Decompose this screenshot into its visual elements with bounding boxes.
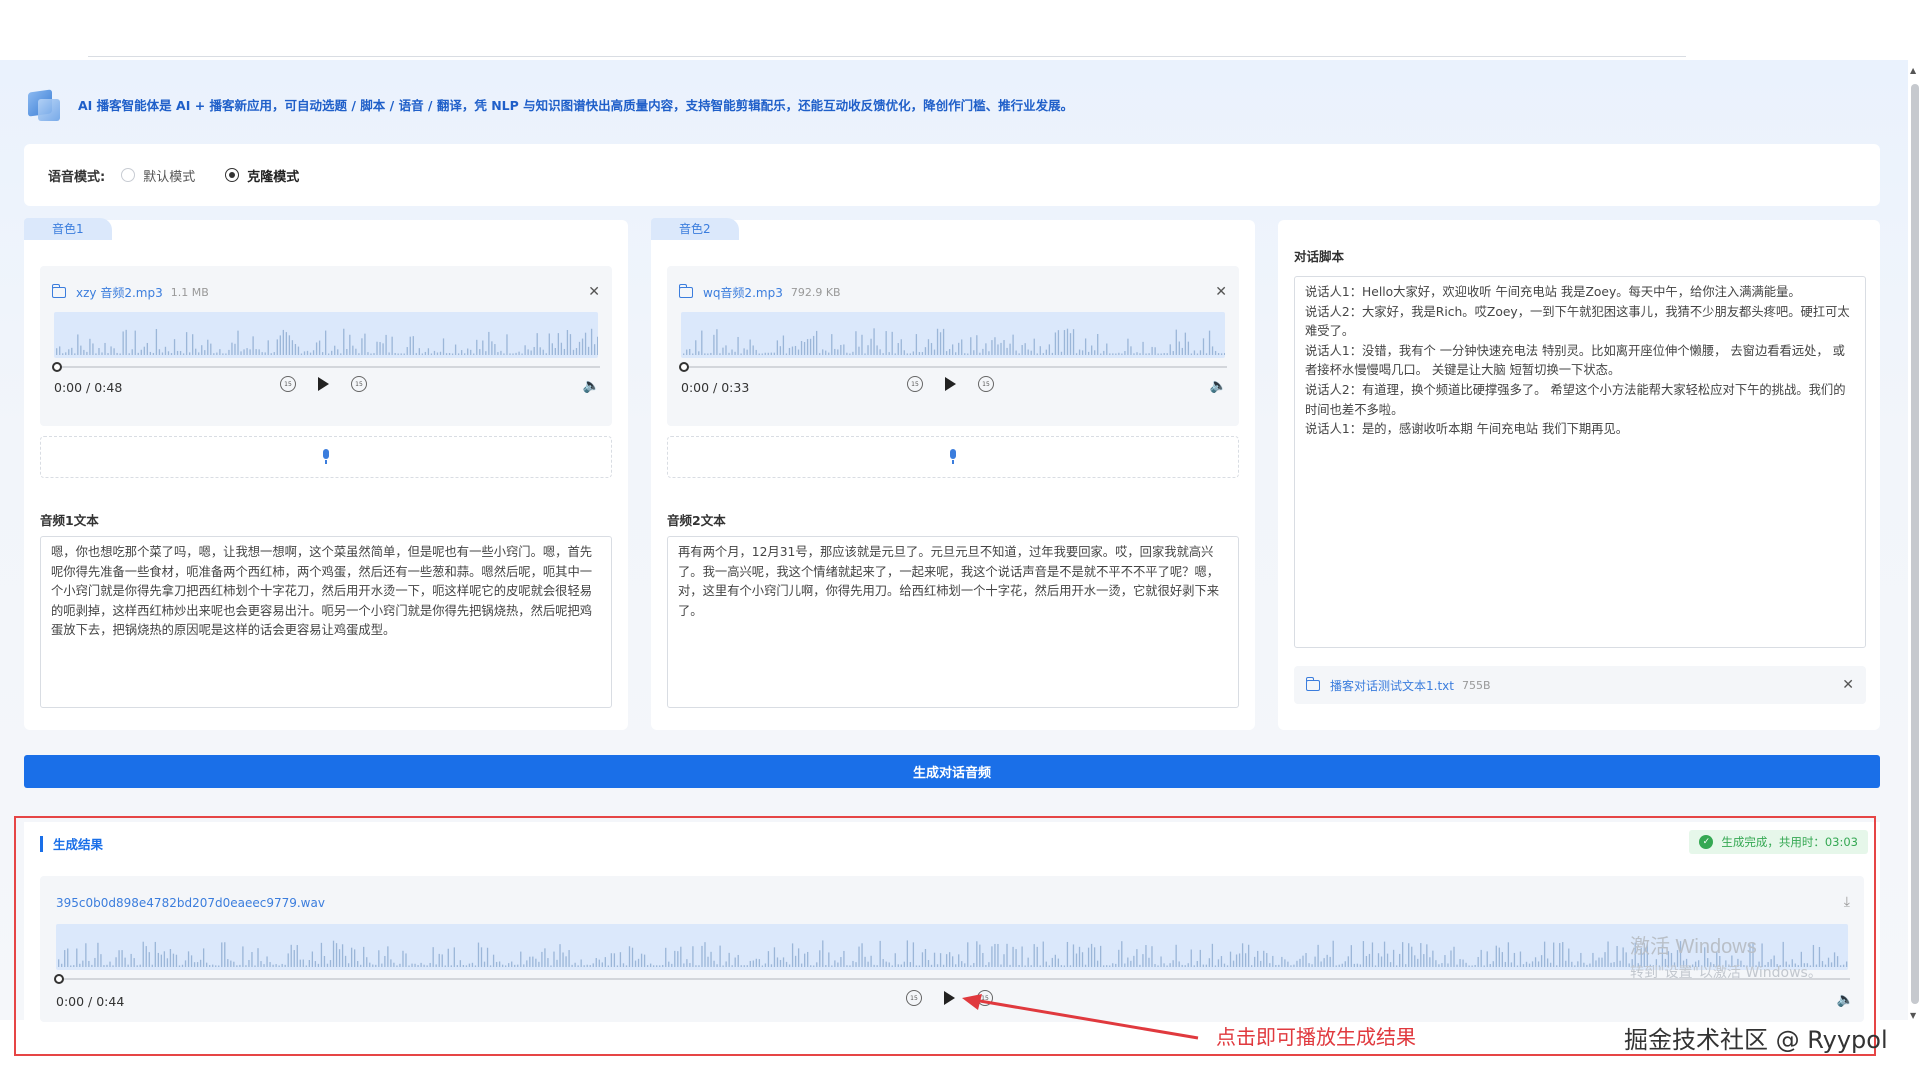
- script-line: 说话人1：是的，感谢收听本期 午间充电站 我们下期再见。: [1305, 422, 1629, 437]
- scroll-up-icon[interactable]: ▲: [1910, 66, 1916, 75]
- logo-cube-icon: [24, 85, 62, 123]
- voice1-text-label: 音频1文本: [40, 513, 99, 528]
- voice1-time: 0:00 / 0:48: [54, 380, 123, 395]
- voice2-panel: 音色2 wq音频2.mp3 792.9 KB ✕ 0:00 / 0:33 15 …: [651, 218, 1255, 730]
- voice1-file-name[interactable]: xzy 音频2.mp3: [76, 284, 163, 301]
- voice1-seek-bar[interactable]: [52, 362, 600, 372]
- script-line: 说话人2：大家好，我是Rich。哎Zoey，一到下午就犯困这事儿，我猜不少朋友都…: [1305, 304, 1850, 339]
- voice2-audio-player: wq音频2.mp3 792.9 KB ✕ 0:00 / 0:33 15 15 🔈: [667, 266, 1239, 426]
- scrollbar-thumb[interactable]: [1911, 84, 1919, 1004]
- script-line: 说话人2：有道理，换个频道比硬撑强多了。 希望这个小方法能帮大家轻松应对下午的挑…: [1305, 382, 1846, 417]
- seek-knob[interactable]: [52, 362, 62, 372]
- intro-banner: AI 播客智能体是 AI + 播客新应用，可自动选题 / 脚本 / 语音 / 翻…: [24, 84, 1073, 124]
- radio-label: 克隆模式: [247, 169, 300, 185]
- intro-text: AI 播客智能体是 AI + 播客新应用，可自动选题 / 脚本 / 语音 / 翻…: [78, 97, 1074, 113]
- rewind-15-icon[interactable]: 15: [280, 376, 296, 392]
- script-file-row: 播客对话测试文本1.txt 755B ✕: [1294, 666, 1866, 704]
- voice2-time: 0:00 / 0:33: [681, 380, 750, 395]
- annotation-arrow-icon: [962, 994, 1199, 1040]
- windows-activation-watermark: 激活 Windows: [1630, 936, 1757, 958]
- seek-knob[interactable]: [679, 362, 689, 372]
- voice1-audio-player: xzy 音频2.mp3 1.1 MB ✕ 0:00 / 0:48 15 15 🔈: [40, 266, 612, 426]
- voice2-controls: 15 15: [907, 376, 994, 392]
- volume-icon[interactable]: 🔈: [583, 378, 600, 394]
- voice1-tag: 音色1: [24, 218, 112, 240]
- vertical-scrollbar[interactable]: ▲ ▼: [1908, 64, 1920, 1020]
- radio-clone-mode[interactable]: 克隆模式: [225, 166, 299, 185]
- windows-activation-hint: 转到"设置"以激活 Windows。: [1630, 965, 1822, 981]
- voice1-panel: 音色1 xzy 音频2.mp3 1.1 MB ✕ 0:00 / 0:48 15 …: [24, 218, 628, 730]
- microphone-icon: [948, 449, 958, 465]
- close-icon[interactable]: ✕: [588, 284, 600, 300]
- annotation-highlight-frame: [14, 816, 1876, 1056]
- script-label: 对话脚本: [1294, 249, 1345, 264]
- forward-15-icon[interactable]: 15: [351, 376, 367, 392]
- voice2-file-row: wq音频2.mp3 792.9 KB ✕: [678, 282, 1227, 302]
- folder-icon: [1305, 676, 1320, 691]
- radio-label: 默认模式: [143, 169, 196, 185]
- scroll-down-icon[interactable]: ▼: [1910, 1011, 1916, 1020]
- annotation-text: 点击即可播放生成结果: [1216, 1025, 1416, 1049]
- voice2-waveform[interactable]: [681, 312, 1225, 358]
- microphone-icon: [321, 449, 331, 465]
- voice2-file-size: 792.9 KB: [790, 285, 841, 299]
- credit-watermark: 掘金技术社区 @ Ryypol: [1624, 1026, 1888, 1054]
- radio-default-mode[interactable]: 默认模式: [121, 166, 195, 185]
- top-divider: [88, 56, 1686, 57]
- script-panel: 对话脚本 说话人1：Hello大家好，欢迎收听 午间充电站 我是Zoey。每天中…: [1278, 220, 1880, 730]
- script-line: 说话人1：没错，我有个 一分钟快速充电法 特别灵。比如离开座位伸个懒腰， 去窗边…: [1305, 343, 1845, 378]
- volume-icon[interactable]: 🔈: [1210, 378, 1227, 394]
- generate-audio-button[interactable]: 生成对话音频: [24, 755, 1880, 788]
- voice2-tag: 音色2: [651, 218, 739, 240]
- voice2-text-label: 音频2文本: [667, 513, 726, 528]
- voice1-file-size: 1.1 MB: [170, 285, 209, 299]
- close-icon[interactable]: ✕: [1842, 677, 1854, 693]
- voice1-file-row: xzy 音频2.mp3 1.1 MB ✕: [51, 282, 600, 302]
- close-icon[interactable]: ✕: [1215, 284, 1227, 300]
- rewind-15-icon[interactable]: 15: [907, 376, 923, 392]
- play-icon[interactable]: [318, 377, 329, 391]
- script-file-name[interactable]: 播客对话测试文本1.txt: [1330, 677, 1454, 694]
- script-line: 说话人1：Hello大家好，欢迎收听 午间充电站 我是Zoey。每天中午，给你注…: [1305, 285, 1801, 299]
- voice1-record-button[interactable]: [40, 436, 612, 478]
- folder-icon: [678, 283, 693, 298]
- radio-icon: [121, 168, 136, 182]
- voice2-record-button[interactable]: [667, 436, 1239, 478]
- play-icon[interactable]: [945, 377, 956, 391]
- voice1-waveform[interactable]: [54, 312, 598, 358]
- voice-mode-bar: 语音模式: 默认模式 克隆模式: [24, 144, 1880, 206]
- voice2-file-name[interactable]: wq音频2.mp3: [703, 284, 783, 301]
- forward-15-icon[interactable]: 15: [978, 376, 994, 392]
- script-file-size: 755B: [1461, 678, 1491, 692]
- script-textarea[interactable]: 说话人1：Hello大家好，欢迎收听 午间充电站 我是Zoey。每天中午，给你注…: [1294, 276, 1866, 648]
- voice-mode-label: 语音模式:: [48, 169, 106, 185]
- voice1-controls: 15 15: [280, 376, 367, 392]
- radio-checked-icon: [225, 168, 240, 182]
- voice2-seek-bar[interactable]: [679, 362, 1227, 372]
- voice1-textarea[interactable]: 嗯，你也想吃那个菜了吗，嗯，让我想一想啊，这个菜虽然简单，但是呢也有一些小窍门。…: [40, 536, 612, 708]
- voice2-textarea[interactable]: 再有两个月，12月31号，那应该就是元旦了。元旦元旦不知道，过年我要回家。哎，回…: [667, 536, 1239, 708]
- folder-icon: [51, 283, 66, 298]
